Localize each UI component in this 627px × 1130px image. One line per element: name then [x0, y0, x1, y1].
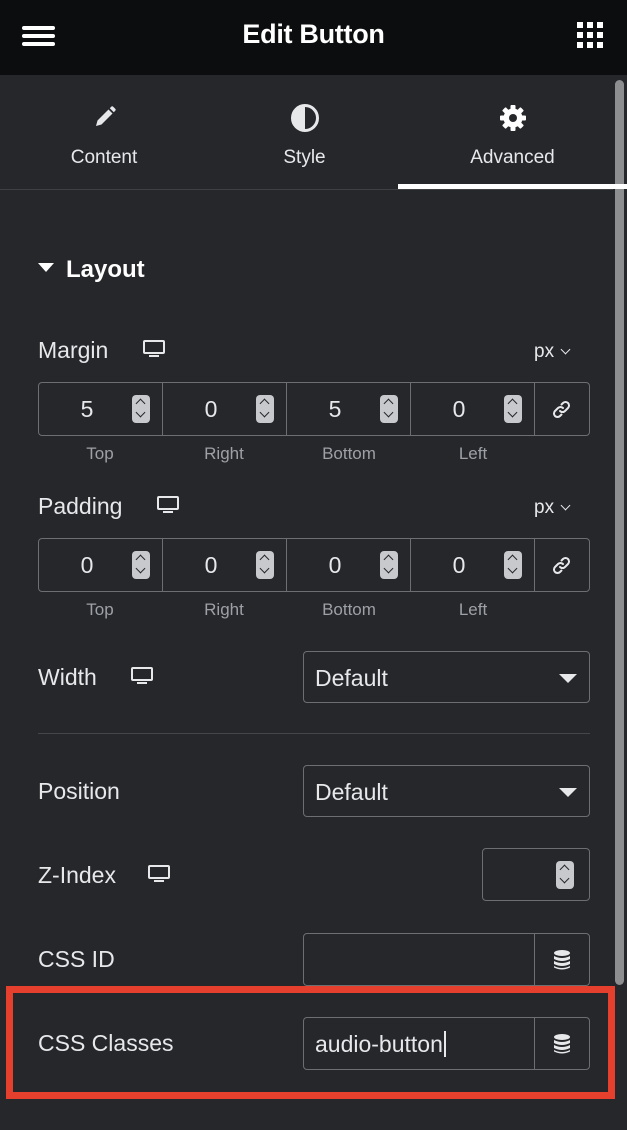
panel-tabs: Content Style Advanced: [0, 75, 613, 190]
active-tab-indicator: [398, 184, 627, 189]
padding-left-label: Left: [458, 600, 488, 619]
desktop-icon[interactable]: [157, 496, 179, 514]
spinner-icon[interactable]: [132, 395, 150, 423]
link-values-button[interactable]: [535, 383, 590, 435]
margin-left-label: Left: [458, 444, 488, 463]
margin-control: 5 0 5 0: [38, 382, 590, 436]
tab-label: Advanced: [470, 147, 555, 168]
padding-bottom-value: 0: [328, 552, 342, 578]
padding-right-label: Right: [204, 600, 244, 619]
section-toggle-layout[interactable]: Layout: [38, 256, 145, 284]
padding-top-label: Top: [86, 600, 114, 619]
highlight-box: [6, 986, 615, 1099]
dynamic-tags-button[interactable]: [534, 934, 589, 985]
pencil-icon: [96, 106, 116, 126]
margin-label: Margin: [38, 337, 109, 363]
link-values-button[interactable]: [535, 539, 590, 591]
margin-left-input[interactable]: 0: [411, 383, 535, 435]
spinner-icon[interactable]: [504, 551, 522, 579]
padding-right-input[interactable]: 0: [163, 539, 287, 591]
section-title: Layout: [66, 256, 145, 283]
margin-left-value: 0: [452, 396, 466, 422]
padding-right-value: 0: [204, 552, 218, 578]
panel-title: Edit Button: [242, 19, 385, 49]
link-icon: [552, 400, 571, 419]
caret-down-icon: [559, 788, 577, 797]
z-index-input[interactable]: [482, 848, 590, 901]
margin-bottom-label: Bottom: [322, 444, 376, 463]
spinner-icon[interactable]: [556, 861, 574, 889]
margin-bottom-value: 5: [328, 396, 342, 422]
position-label: Position: [38, 778, 120, 804]
padding-bottom-input[interactable]: 0: [287, 539, 411, 591]
tab-style[interactable]: Style: [208, 75, 401, 190]
margin-bottom-input[interactable]: 5: [287, 383, 411, 435]
spinner-icon[interactable]: [380, 395, 398, 423]
spinner-icon[interactable]: [256, 551, 274, 579]
gear-icon: [499, 105, 526, 131]
tab-content[interactable]: Content: [0, 75, 208, 190]
chevron-down-icon: [560, 500, 571, 511]
margin-top-input[interactable]: 5: [39, 383, 163, 435]
width-select-value: Default: [315, 665, 388, 691]
chevron-down-icon: [560, 344, 571, 355]
tab-advanced[interactable]: Advanced: [398, 75, 627, 190]
desktop-icon[interactable]: [148, 865, 170, 883]
desktop-icon[interactable]: [143, 340, 165, 358]
grid-icon[interactable]: [577, 22, 603, 48]
width-select[interactable]: Default: [303, 651, 590, 703]
spinner-icon[interactable]: [256, 395, 274, 423]
unit-label: px: [534, 341, 555, 362]
unit-label: px: [534, 497, 555, 518]
margin-right-value: 0: [204, 396, 218, 422]
divider: [38, 733, 590, 734]
padding-label: Padding: [38, 493, 123, 519]
database-icon: [554, 950, 570, 970]
padding-unit-select[interactable]: px: [534, 497, 571, 519]
spinner-icon[interactable]: [132, 551, 150, 579]
desktop-icon[interactable]: [131, 667, 153, 685]
padding-control: 0 0 0 0: [38, 538, 590, 592]
tab-label: Style: [283, 147, 326, 168]
margin-right-input[interactable]: 0: [163, 383, 287, 435]
padding-bottom-label: Bottom: [322, 600, 376, 619]
link-icon: [552, 556, 571, 575]
margin-top-value: 5: [80, 396, 94, 422]
width-label: Width: [38, 664, 97, 690]
caret-down-icon: [38, 263, 54, 273]
spinner-icon[interactable]: [504, 395, 522, 423]
caret-down-icon: [559, 674, 577, 683]
padding-top-input[interactable]: 0: [39, 539, 163, 591]
margin-unit-select[interactable]: px: [534, 341, 571, 363]
contrast-icon: [290, 104, 319, 132]
editor-header: Edit Button: [0, 0, 627, 75]
scrollbar-thumb[interactable]: [615, 80, 624, 985]
padding-left-input[interactable]: 0: [411, 539, 535, 591]
z-index-label: Z-Index: [38, 862, 116, 888]
tab-label: Content: [70, 147, 138, 168]
margin-right-label: Right: [204, 444, 244, 463]
position-select-value: Default: [315, 779, 388, 805]
spinner-icon[interactable]: [380, 551, 398, 579]
padding-top-value: 0: [80, 552, 94, 578]
padding-left-value: 0: [452, 552, 466, 578]
position-select[interactable]: Default: [303, 765, 590, 817]
css-id-label: CSS ID: [38, 946, 115, 972]
css-id-input[interactable]: [303, 933, 590, 986]
margin-top-label: Top: [86, 444, 114, 463]
